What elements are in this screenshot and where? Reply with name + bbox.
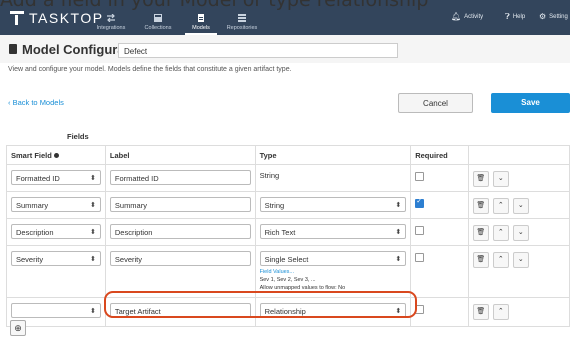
select-caret-icon: ⬍ — [395, 202, 402, 209]
nav-collections-label: Collections — [144, 25, 172, 31]
delete-icon[interactable]: 🗑︎ — [472, 225, 489, 241]
required-checkbox[interactable] — [415, 197, 425, 208]
move-up-icon[interactable]: ⌃ — [492, 225, 509, 241]
activity-label: Activity — [464, 13, 484, 20]
bell-icon: 🔔︎ — [451, 12, 462, 21]
model-name-input[interactable]: Defect — [118, 43, 398, 58]
type-select[interactable]: String ⬍ — [259, 197, 407, 212]
field-values-link[interactable]: Field Values... — [260, 269, 407, 275]
col-label: Label — [104, 145, 256, 165]
smart-field-value: Severity — [16, 255, 44, 264]
delete-icon[interactable]: 🗑︎ — [472, 304, 489, 320]
smart-field-value: Formatted ID — [16, 174, 60, 183]
required-checkbox[interactable] — [415, 172, 425, 181]
col-actions — [467, 145, 570, 165]
cancel-button[interactable]: Cancel — [398, 93, 473, 113]
move-down-icon[interactable]: ⌄ — [492, 171, 509, 187]
select-caret-icon: ⬍ — [90, 256, 96, 263]
table-header-row: Smart Field Label Type Required — [6, 145, 570, 165]
smart-field-header: Smart Field — [11, 150, 52, 160]
select-caret-icon: ⬍ — [90, 175, 96, 182]
delete-icon[interactable]: 🗑︎ — [472, 198, 489, 214]
gear-icon: ⚙ — [539, 12, 547, 21]
select-caret-icon: ⬍ — [90, 229, 96, 236]
fields-section-title: Fields — [67, 132, 89, 141]
logo-mark-icon — [10, 11, 24, 25]
smart-field-select[interactable]: Summary ⬍ — [11, 197, 101, 212]
table-row: Description ⬍ Description Rich Text ⬍ 🗑︎ ⌃ ⌄ — [6, 218, 570, 246]
smart-field-value: Summary — [16, 201, 49, 210]
required-checkbox[interactable] — [415, 253, 425, 262]
required-checkbox[interactable] — [415, 226, 425, 235]
highlight-outline — [104, 291, 417, 318]
select-caret-icon: ⬍ — [395, 256, 402, 263]
move-down-icon[interactable]: ⌄ — [512, 198, 529, 214]
type-select[interactable]: Rich Text ⬍ — [259, 224, 407, 239]
models-icon — [196, 14, 206, 22]
nav-repositories-label: Repositories — [226, 25, 258, 31]
document-icon — [9, 44, 17, 54]
col-type: Type — [254, 145, 412, 165]
info-icon[interactable] — [53, 153, 59, 159]
col-required: Required — [410, 145, 469, 165]
type-select[interactable]: Single Select ⬍ — [259, 251, 407, 266]
delete-icon[interactable]: 🗑︎ — [472, 252, 489, 268]
type-value: String — [264, 201, 285, 210]
back-to-models-link[interactable]: ‹ Back to Models — [8, 98, 64, 107]
label-input[interactable]: Description — [109, 224, 251, 239]
back-label: Back to Models — [12, 98, 64, 107]
select-caret-icon: ⬍ — [90, 202, 96, 209]
smart-field-select[interactable]: Formatted ID ⬍ — [11, 170, 101, 185]
help-link[interactable]: ❓︎ Help — [505, 12, 525, 22]
page-description: View and configure your model. Models de… — [8, 66, 292, 73]
repositories-icon — [237, 14, 247, 22]
add-field-button[interactable]: ⊕ — [10, 320, 26, 336]
field-values-list: Sev 1, Sev 2, Sev 3, ... — [259, 277, 316, 283]
smart-field-value: Description — [16, 228, 54, 237]
label-input[interactable]: Formatted ID — [109, 170, 251, 185]
type-text: String — [259, 171, 280, 180]
integrations-icon — [106, 13, 116, 23]
select-caret-icon: ⬍ — [395, 229, 402, 236]
move-down-icon[interactable]: ⌄ — [512, 252, 529, 268]
table-row: Formatted ID ⬍ Formatted ID String 🗑︎ ⌄ — [6, 164, 570, 192]
col-smart-field: Smart Field — [6, 145, 106, 165]
settings-link[interactable]: ⚙ Setting — [539, 12, 568, 21]
move-up-icon[interactable]: ⌃ — [492, 252, 509, 268]
smart-field-select[interactable]: Description ⬍ — [11, 224, 101, 239]
smart-field-select[interactable]: ⬍ — [11, 303, 101, 318]
move-up-icon[interactable]: ⌃ — [492, 304, 509, 320]
activity-link[interactable]: 🔔︎ Activity — [451, 12, 483, 21]
type-value: Single Select — [264, 255, 309, 264]
move-up-icon[interactable]: ⌃ — [492, 198, 509, 214]
page-caption: Add a field in your Model or type relati… — [0, 0, 429, 11]
table-row: Severity ⬍ Severity Single Select ⬍ Field … — [6, 245, 570, 298]
settings-label: Setting — [549, 13, 568, 20]
smart-field-select[interactable]: Severity ⬍ — [11, 251, 101, 266]
help-label: Help — [512, 14, 526, 20]
delete-icon[interactable]: 🗑︎ — [472, 171, 489, 187]
help-icon: ❓︎ — [505, 12, 510, 21]
select-caret-icon: ⬍ — [90, 308, 96, 315]
label-input[interactable]: Severity — [109, 251, 251, 266]
collections-icon — [153, 14, 163, 22]
label-input[interactable]: Summary — [109, 197, 251, 212]
move-down-icon[interactable]: ⌄ — [512, 225, 529, 241]
nav-models-label: Models — [192, 25, 210, 31]
nav-integrations-label: Integrations — [96, 25, 126, 31]
table-row: Summary ⬍ Summary String ⬍ 🗑︎⌃⌄ — [6, 191, 570, 219]
type-value: Rich Text — [264, 228, 296, 237]
save-button[interactable]: Save — [491, 93, 570, 113]
